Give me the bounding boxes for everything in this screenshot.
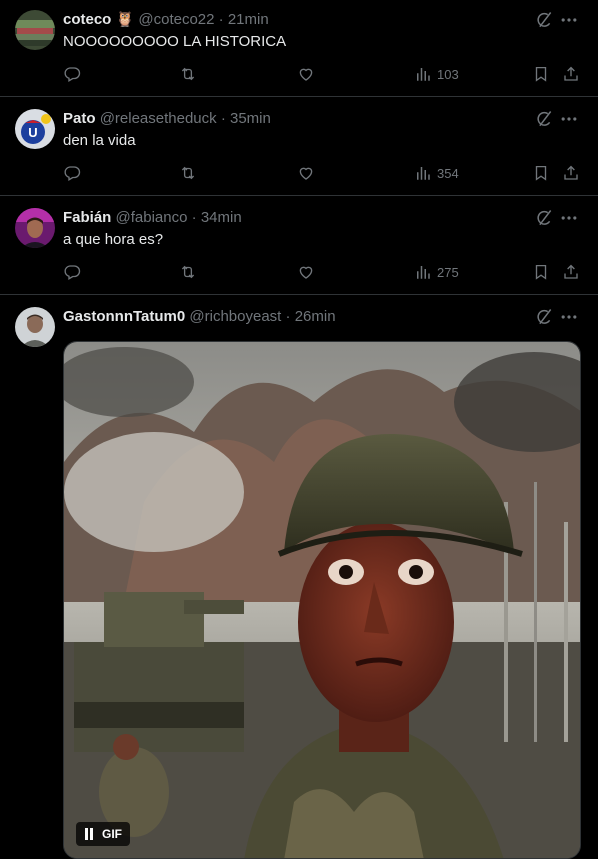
share-button[interactable] (562, 262, 580, 282)
timestamp[interactable]: 21min (228, 11, 269, 28)
grok-icon[interactable] (534, 208, 554, 228)
display-name[interactable]: coteco (63, 11, 111, 28)
more-icon[interactable] (559, 208, 579, 228)
views-button[interactable]: 103 (414, 64, 459, 84)
tweet-text: a que hora es? (63, 231, 164, 248)
reply-icon (63, 164, 81, 182)
reply-button[interactable] (63, 163, 81, 183)
grok-icon[interactable] (534, 109, 554, 129)
bookmark-icon (532, 65, 550, 83)
retweet-button[interactable] (179, 64, 197, 84)
gif-controls[interactable]: GIF (76, 822, 130, 846)
user-handle[interactable]: @releasetheduck (100, 110, 217, 127)
separator: · (285, 308, 291, 325)
display-name[interactable]: Pato (63, 110, 96, 127)
avatar[interactable] (15, 208, 55, 248)
avatar-image: U (15, 109, 55, 149)
views-button[interactable]: 275 (414, 262, 459, 282)
views-icon (414, 164, 432, 182)
retweet-button[interactable] (179, 163, 197, 183)
owl-emoji: 🦉 (115, 11, 135, 28)
tweet[interactable]: coteco 🦉 @coteco22 · 21min NOOOOOOOOO LA… (0, 0, 598, 97)
bookmark-button[interactable] (532, 163, 550, 183)
bookmark-button[interactable] (532, 262, 550, 282)
separator: · (220, 110, 226, 127)
views-count: 275 (437, 264, 459, 280)
tweet-text: den la vida (63, 132, 136, 149)
bookmark-icon (532, 164, 550, 182)
retweet-icon (179, 164, 197, 182)
views-icon (414, 263, 432, 281)
avatar[interactable] (15, 307, 55, 347)
retweet-button[interactable] (179, 262, 197, 282)
user-handle[interactable]: @fabianco (116, 209, 188, 226)
timestamp[interactable]: 26min (295, 308, 336, 325)
display-name[interactable]: Fabián (63, 209, 111, 226)
more-icon[interactable] (559, 307, 579, 327)
like-icon (297, 263, 315, 281)
avatar[interactable] (15, 10, 55, 50)
tweet[interactable]: Fabián @fabianco · 34min a que hora es? … (0, 196, 598, 295)
separator: · (218, 11, 224, 28)
bookmark-icon (532, 263, 550, 281)
share-icon (562, 65, 580, 83)
reply-icon (63, 65, 81, 83)
user-handle[interactable]: @coteco22 (138, 11, 214, 28)
separator: · (191, 209, 197, 226)
views-icon (414, 65, 432, 83)
share-icon (562, 263, 580, 281)
tweet-text: NOOOOOOOOO LA HISTORICA (63, 33, 287, 50)
share-button[interactable] (562, 163, 580, 183)
timestamp[interactable]: 35min (230, 110, 271, 127)
retweet-icon (179, 65, 197, 83)
reply-icon (63, 263, 81, 281)
avatar[interactable]: U (15, 109, 55, 149)
views-count: 103 (437, 66, 459, 82)
views-button[interactable]: 354 (414, 163, 459, 183)
views-count: 354 (437, 165, 459, 181)
svg-text:U: U (28, 125, 37, 140)
avatar-image (15, 10, 55, 50)
grok-icon[interactable] (534, 10, 554, 30)
gif-media[interactable]: GIF (63, 341, 581, 859)
timestamp[interactable]: 34min (201, 209, 242, 226)
like-icon (297, 65, 315, 83)
user-handle[interactable]: @richboyeast (189, 308, 281, 325)
pause-icon[interactable] (84, 828, 94, 840)
bookmark-button[interactable] (532, 64, 550, 84)
like-button[interactable] (297, 262, 315, 282)
gif-label: GIF (102, 827, 122, 841)
reply-button[interactable] (63, 262, 81, 282)
retweet-icon (179, 263, 197, 281)
like-button[interactable] (297, 163, 315, 183)
grok-icon[interactable] (534, 307, 554, 327)
reply-button[interactable] (63, 64, 81, 84)
display-name[interactable]: GastonnnTatum0 (63, 308, 185, 325)
avatar-image (15, 307, 55, 347)
soldier-gif-image (64, 342, 580, 858)
like-button[interactable] (297, 64, 315, 84)
tweet[interactable]: U Pato @releasetheduck · 35min den la vi… (0, 97, 598, 196)
share-button[interactable] (562, 64, 580, 84)
more-icon[interactable] (559, 10, 579, 30)
avatar-image (15, 208, 55, 248)
share-icon (562, 164, 580, 182)
like-icon (297, 164, 315, 182)
more-icon[interactable] (559, 109, 579, 129)
